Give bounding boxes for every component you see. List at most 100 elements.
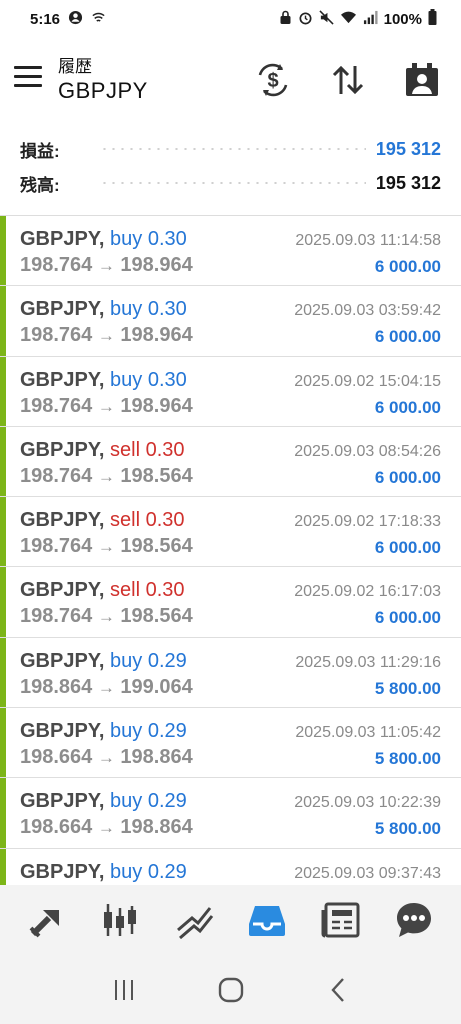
row-accent-bar xyxy=(0,778,6,848)
sort-icon[interactable] xyxy=(328,60,368,100)
signal-icon xyxy=(363,10,378,29)
home-icon[interactable] xyxy=(211,970,251,1010)
trade-prices: 198.664 → 198.864 xyxy=(20,746,193,769)
profit-value: 195 312 xyxy=(375,138,441,159)
arrow-icon: → xyxy=(97,326,115,346)
trade-side: sell xyxy=(110,579,141,602)
mute-icon xyxy=(319,9,334,29)
trade-symbol-line: GBPJPY, buy 0.29 xyxy=(20,650,187,673)
trade-icon[interactable] xyxy=(22,895,72,945)
account-circle-icon xyxy=(68,10,83,29)
trade-symbol-line: GBPJPY, buy 0.29 xyxy=(20,861,187,884)
trade-symbol-line: GBPJPY, buy 0.30 xyxy=(20,298,187,321)
trade-profit: 6 000.00 xyxy=(374,257,441,276)
trade-row[interactable]: GBPJPY, sell 0.30 198.764 → 198.564 2025… xyxy=(0,567,461,638)
arrow-icon: → xyxy=(97,677,115,697)
trade-prices: 198.864 → 199.064 xyxy=(20,676,193,699)
trade-symbol: GBPJPY, xyxy=(20,579,105,602)
profit-label: 損益: xyxy=(20,141,60,161)
trade-prices: 198.764 → 198.564 xyxy=(20,535,193,558)
open-price: 198.664 xyxy=(20,746,93,769)
dotted-leader xyxy=(100,148,366,150)
dotted-leader xyxy=(100,182,366,184)
balance-value: 195 312 xyxy=(375,172,441,193)
trade-profit: 5 800.00 xyxy=(374,678,441,698)
calendar-icon[interactable] xyxy=(402,60,442,100)
row-accent-bar xyxy=(0,286,6,356)
row-accent-bar xyxy=(0,426,6,497)
trade-symbol: GBPJPY, xyxy=(20,790,105,813)
trade-symbol: GBPJPY, xyxy=(20,368,105,391)
trade-time: 2025.09.03 09:37:43 xyxy=(294,864,441,882)
close-price: 198.964 xyxy=(120,324,193,347)
trade-symbol: GBPJPY, xyxy=(20,720,105,743)
trade-history-list[interactable]: GBPJPY, buy 0.30 198.764 → 198.964 2025.… xyxy=(0,215,461,885)
trade-row[interactable]: GBPJPY, buy 0.30 198.764 → 198.964 2025.… xyxy=(0,216,461,287)
trade-symbol-line: GBPJPY, buy 0.29 xyxy=(20,790,187,813)
trade-symbol: GBPJPY, xyxy=(20,298,105,321)
trade-prices: 198.764 → 198.964 xyxy=(20,395,193,418)
chat-icon[interactable] xyxy=(389,895,439,945)
row-accent-bar xyxy=(0,637,6,708)
history-inbox-icon[interactable] xyxy=(242,895,292,945)
trade-time: 2025.09.03 08:54:26 xyxy=(294,442,441,460)
trade-profit: 6 000.00 xyxy=(374,608,441,628)
arrow-icon: → xyxy=(97,818,115,838)
trade-prices: 198.764 → 198.564 xyxy=(20,465,193,488)
status-bar: 5:16 100% xyxy=(0,0,461,38)
trade-row[interactable]: GBPJPY, sell 0.30 198.764 → 198.564 2025… xyxy=(0,497,461,568)
balance-label: 残高: xyxy=(20,175,60,195)
trade-row[interactable]: GBPJPY, buy 0.30 198.764 → 198.964 2025.… xyxy=(0,286,461,357)
row-accent-bar xyxy=(0,497,6,567)
trade-row[interactable]: GBPJPY, sell 0.30 198.764 → 198.564 2025… xyxy=(0,426,461,498)
trade-row[interactable]: GBPJPY, buy 0.29 198.664 → 198.864 2025.… xyxy=(0,708,461,779)
profit-row: 損益: 195 312 xyxy=(0,132,461,166)
chart-candles-icon[interactable] xyxy=(95,895,145,945)
arrow-icon: → xyxy=(97,256,115,275)
svg-text:$: $ xyxy=(267,70,278,92)
trade-side: buy xyxy=(110,228,143,250)
system-nav xyxy=(0,955,461,1024)
trade-time: 2025.09.03 11:29:16 xyxy=(295,653,441,671)
trade-side: buy xyxy=(110,720,143,743)
trade-profit: 6 000.00 xyxy=(374,397,441,417)
trade-prices: 198.664 → 198.864 xyxy=(20,816,193,839)
news-icon[interactable] xyxy=(316,895,366,945)
open-price: 198.664 xyxy=(20,816,93,839)
trade-profit: 5 800.00 xyxy=(374,819,441,839)
recents-icon[interactable] xyxy=(104,970,144,1010)
trade-profit: 6 000.00 xyxy=(374,327,441,347)
menu-icon[interactable] xyxy=(14,66,44,90)
trade-row[interactable]: GBPJPY, buy 0.29 198.864 → 199.064 2025.… xyxy=(0,637,461,709)
trade-side: sell xyxy=(110,509,141,532)
trade-symbol-line: GBPJPY, buy 0.30 xyxy=(20,369,187,392)
close-price: 198.864 xyxy=(120,746,193,769)
trending-icon[interactable] xyxy=(169,895,219,945)
trade-volume: 0.30 xyxy=(145,579,185,602)
open-price: 198.764 xyxy=(20,254,93,276)
trade-volume: 0.30 xyxy=(147,368,187,391)
trade-prices: 198.764 → 198.564 xyxy=(20,605,193,628)
open-price: 198.764 xyxy=(20,394,93,417)
trade-symbol-line: GBPJPY, sell 0.30 xyxy=(20,579,185,602)
close-price: 198.564 xyxy=(120,605,193,628)
trade-symbol: GBPJPY, xyxy=(20,649,105,672)
trade-symbol-line: GBPJPY, sell 0.30 xyxy=(20,509,185,532)
close-price: 198.864 xyxy=(120,816,193,839)
close-price: 198.964 xyxy=(120,394,193,417)
trade-symbol: GBPJPY, xyxy=(20,228,105,250)
trade-volume: 0.30 xyxy=(147,298,187,321)
currency-exchange-icon[interactable]: $ xyxy=(253,60,293,100)
trade-time: 2025.09.02 16:17:03 xyxy=(294,583,441,601)
trade-side: buy xyxy=(110,649,143,672)
back-icon[interactable] xyxy=(318,970,358,1010)
trade-row[interactable]: GBPJPY, buy 0.29 → 2025.09.03 09:37:43 xyxy=(0,848,461,885)
trade-prices: 198.764 → 198.964 xyxy=(20,254,193,277)
trade-row[interactable]: GBPJPY, buy 0.29 198.664 → 198.864 2025.… xyxy=(0,778,461,849)
trade-row[interactable]: GBPJPY, buy 0.30 198.764 → 198.964 2025.… xyxy=(0,356,461,427)
trade-profit: 5 800.00 xyxy=(374,749,441,769)
open-price: 198.764 xyxy=(20,535,93,558)
open-price: 198.764 xyxy=(20,464,93,487)
close-price: 198.564 xyxy=(120,535,193,558)
row-accent-bar xyxy=(0,567,6,637)
